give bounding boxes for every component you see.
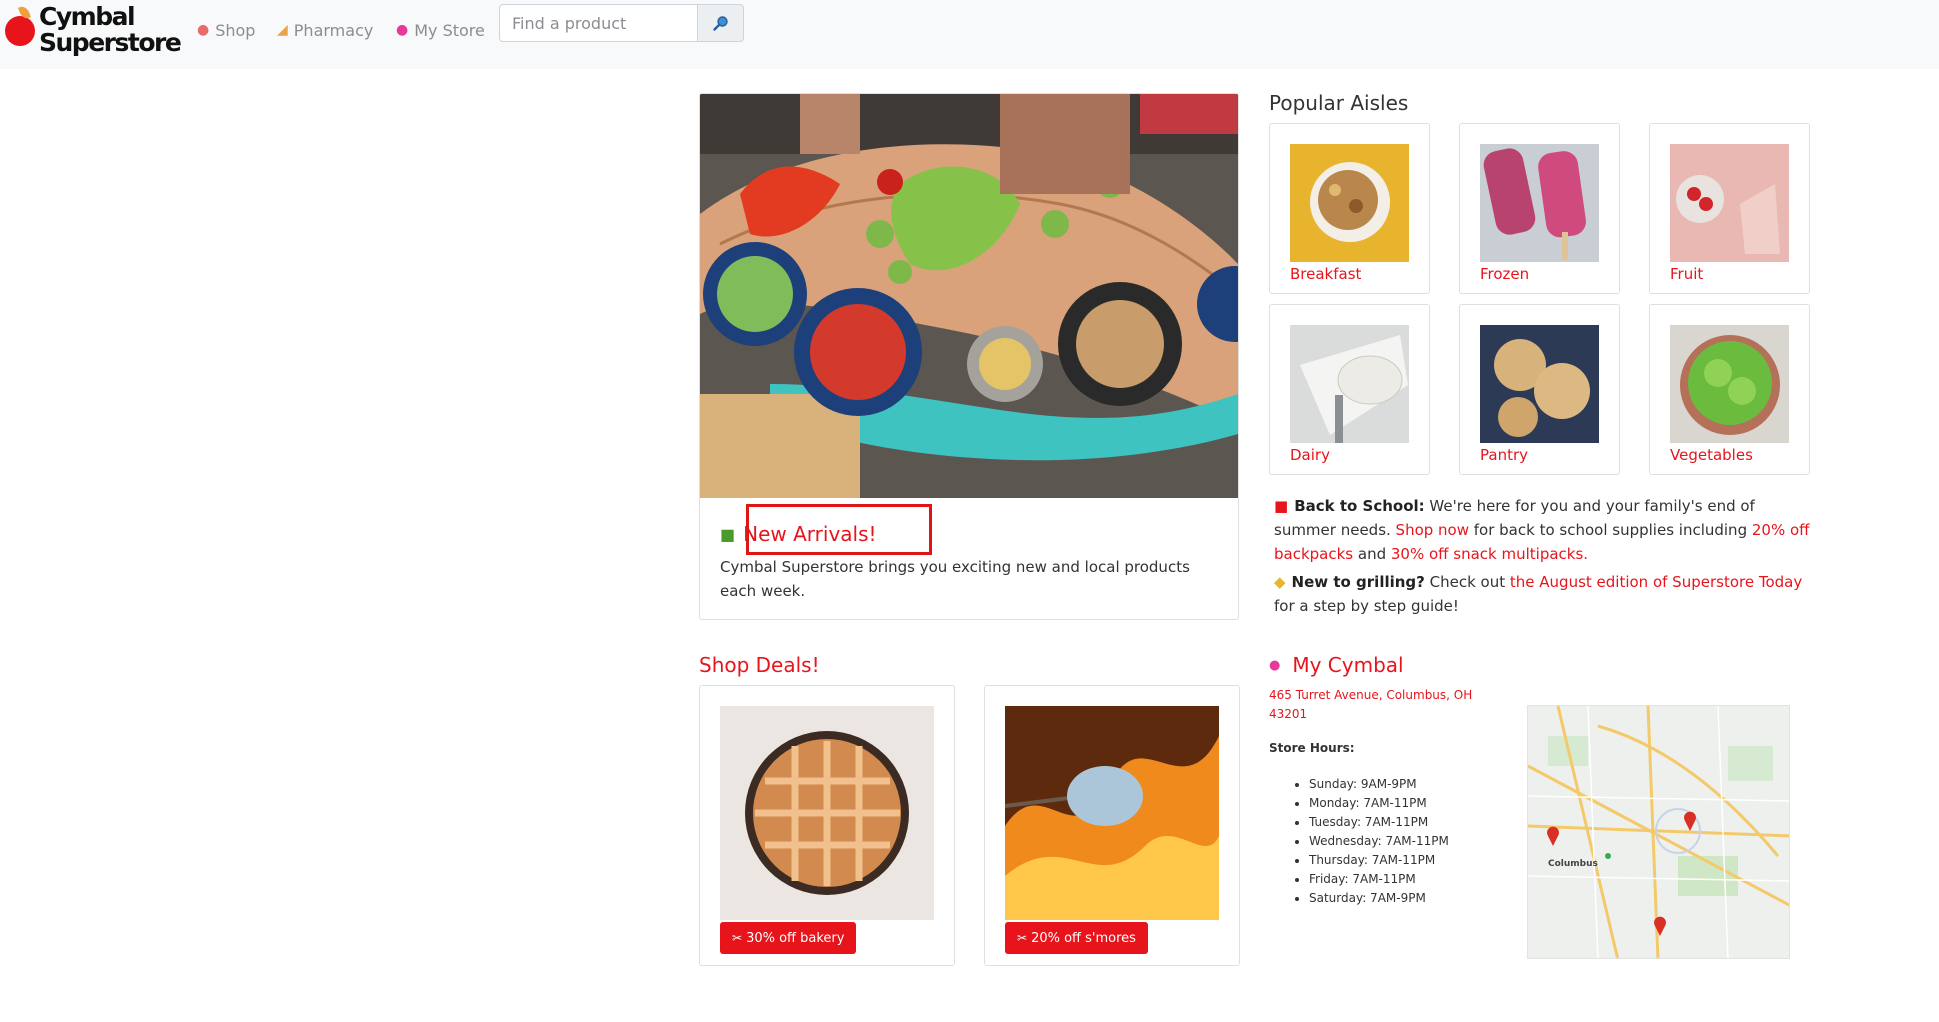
bakery-deal-button[interactable]: ✂ 30% off bakery: [720, 922, 857, 954]
fruit-image: [1670, 144, 1789, 262]
hours-item: Thursday: 7AM-11PM: [1309, 851, 1449, 870]
deal-card-bakery: ✂ 30% off bakery: [699, 685, 955, 966]
nav-shop[interactable]: ● Shop: [197, 18, 255, 42]
store-map[interactable]: Columbus: [1527, 705, 1790, 959]
marshmallow-image: [1005, 706, 1219, 920]
smores-deal-button[interactable]: ✂ 20% off s'mores: [1005, 922, 1148, 954]
aisle-label-fruit[interactable]: Fruit: [1670, 265, 1703, 283]
nav-my-store-label: My Store: [414, 20, 485, 40]
top-navbar: Cymbal Superstore ● Shop ◢ Pharmacy ● My…: [0, 0, 1939, 69]
cymbal-superstore-logo[interactable]: Cymbal Superstore: [5, 4, 182, 58]
hours-item: Tuesday: 7AM-11PM: [1309, 813, 1449, 832]
aisle-card-breakfast[interactable]: Breakfast: [1269, 123, 1430, 294]
scissors-icon: ✂: [732, 931, 743, 945]
store-hours-list: Sunday: 9AM-9PM Monday: 7AM-11PM Tuesday…: [1309, 775, 1449, 908]
aisle-card-fruit[interactable]: Fruit: [1649, 123, 1810, 294]
hours-item: Monday: 7AM-11PM: [1309, 794, 1449, 813]
vegetables-image: [1670, 325, 1789, 443]
pie-image: [720, 706, 934, 920]
search-input[interactable]: [499, 4, 697, 42]
pill-icon: ◢: [277, 22, 288, 38]
back-to-school-announcement: ■ Back to School: We're here for you and …: [1274, 497, 1810, 563]
logo-text: Cymbal Superstore: [39, 2, 182, 57]
scissors-icon: ✂: [1017, 931, 1028, 945]
highlight-annotation-box: [746, 504, 932, 555]
store-hours-label: Store Hours:: [1269, 741, 1355, 755]
hours-item: Saturday: 7AM-9PM: [1309, 889, 1449, 908]
nav-my-store[interactable]: ● My Store: [396, 18, 485, 42]
breakfast-image: [1290, 144, 1409, 262]
my-cymbal-heading: ● My Cymbal: [1269, 653, 1404, 677]
map-pin-icon: ●: [1269, 657, 1281, 673]
backpack-icon: ■: [1274, 497, 1289, 515]
aisle-label-pantry[interactable]: Pantry: [1480, 446, 1528, 464]
hero-image: [700, 94, 1238, 498]
aisle-label-frozen[interactable]: Frozen: [1480, 265, 1529, 283]
aisle-label-dairy[interactable]: Dairy: [1290, 446, 1330, 464]
aisle-label-vegetables[interactable]: Vegetables: [1670, 446, 1753, 464]
aisle-card-frozen[interactable]: Frozen: [1459, 123, 1620, 294]
search-form: [499, 4, 744, 42]
superstore-today-link[interactable]: the August edition of Superstore Today: [1510, 573, 1802, 591]
dairy-image: [1290, 325, 1409, 443]
shop-deals-heading: Shop Deals!: [699, 653, 820, 677]
hours-item: Wednesday: 7AM-11PM: [1309, 832, 1449, 851]
shop-now-link[interactable]: Shop now: [1396, 521, 1469, 539]
hours-item: Friday: 7AM-11PM: [1309, 870, 1449, 889]
pantry-image: [1480, 325, 1599, 443]
aisle-card-vegetables[interactable]: Vegetables: [1649, 304, 1810, 475]
apple-icon: ●: [197, 22, 210, 38]
aisle-card-pantry[interactable]: Pantry: [1459, 304, 1620, 475]
hero-description: Cymbal Superstore brings you exciting ne…: [720, 558, 1190, 600]
search-button[interactable]: [697, 4, 744, 42]
gift-icon: ■: [720, 524, 736, 544]
hours-item: Sunday: 9AM-9PM: [1309, 775, 1449, 794]
grilling-announcement: ◆ New to grilling? Check out the August e…: [1274, 573, 1803, 615]
store-address-link[interactable]: 465 Turret Avenue, Columbus, OH 43201: [1269, 686, 1499, 724]
aisle-label-breakfast[interactable]: Breakfast: [1290, 265, 1361, 283]
map-city-label: Columbus: [1548, 859, 1598, 869]
nav-shop-label: Shop: [215, 20, 256, 40]
snack-multipacks-link[interactable]: 30% off snack multipacks.: [1391, 545, 1588, 563]
deal-card-smores: ✂ 20% off s'mores: [984, 685, 1240, 966]
apple-logo-icon: [5, 16, 35, 46]
aisle-card-dairy[interactable]: Dairy: [1269, 304, 1430, 475]
popular-aisles-heading: Popular Aisles: [1269, 91, 1409, 115]
nav-pharmacy-label: Pharmacy: [293, 20, 374, 40]
frozen-image: [1480, 144, 1599, 262]
corn-icon: ◆: [1274, 573, 1286, 591]
nav-pharmacy[interactable]: ◢ Pharmacy: [277, 18, 373, 42]
magnifier-icon: [712, 16, 728, 31]
map-pin-icon: ●: [396, 22, 409, 38]
